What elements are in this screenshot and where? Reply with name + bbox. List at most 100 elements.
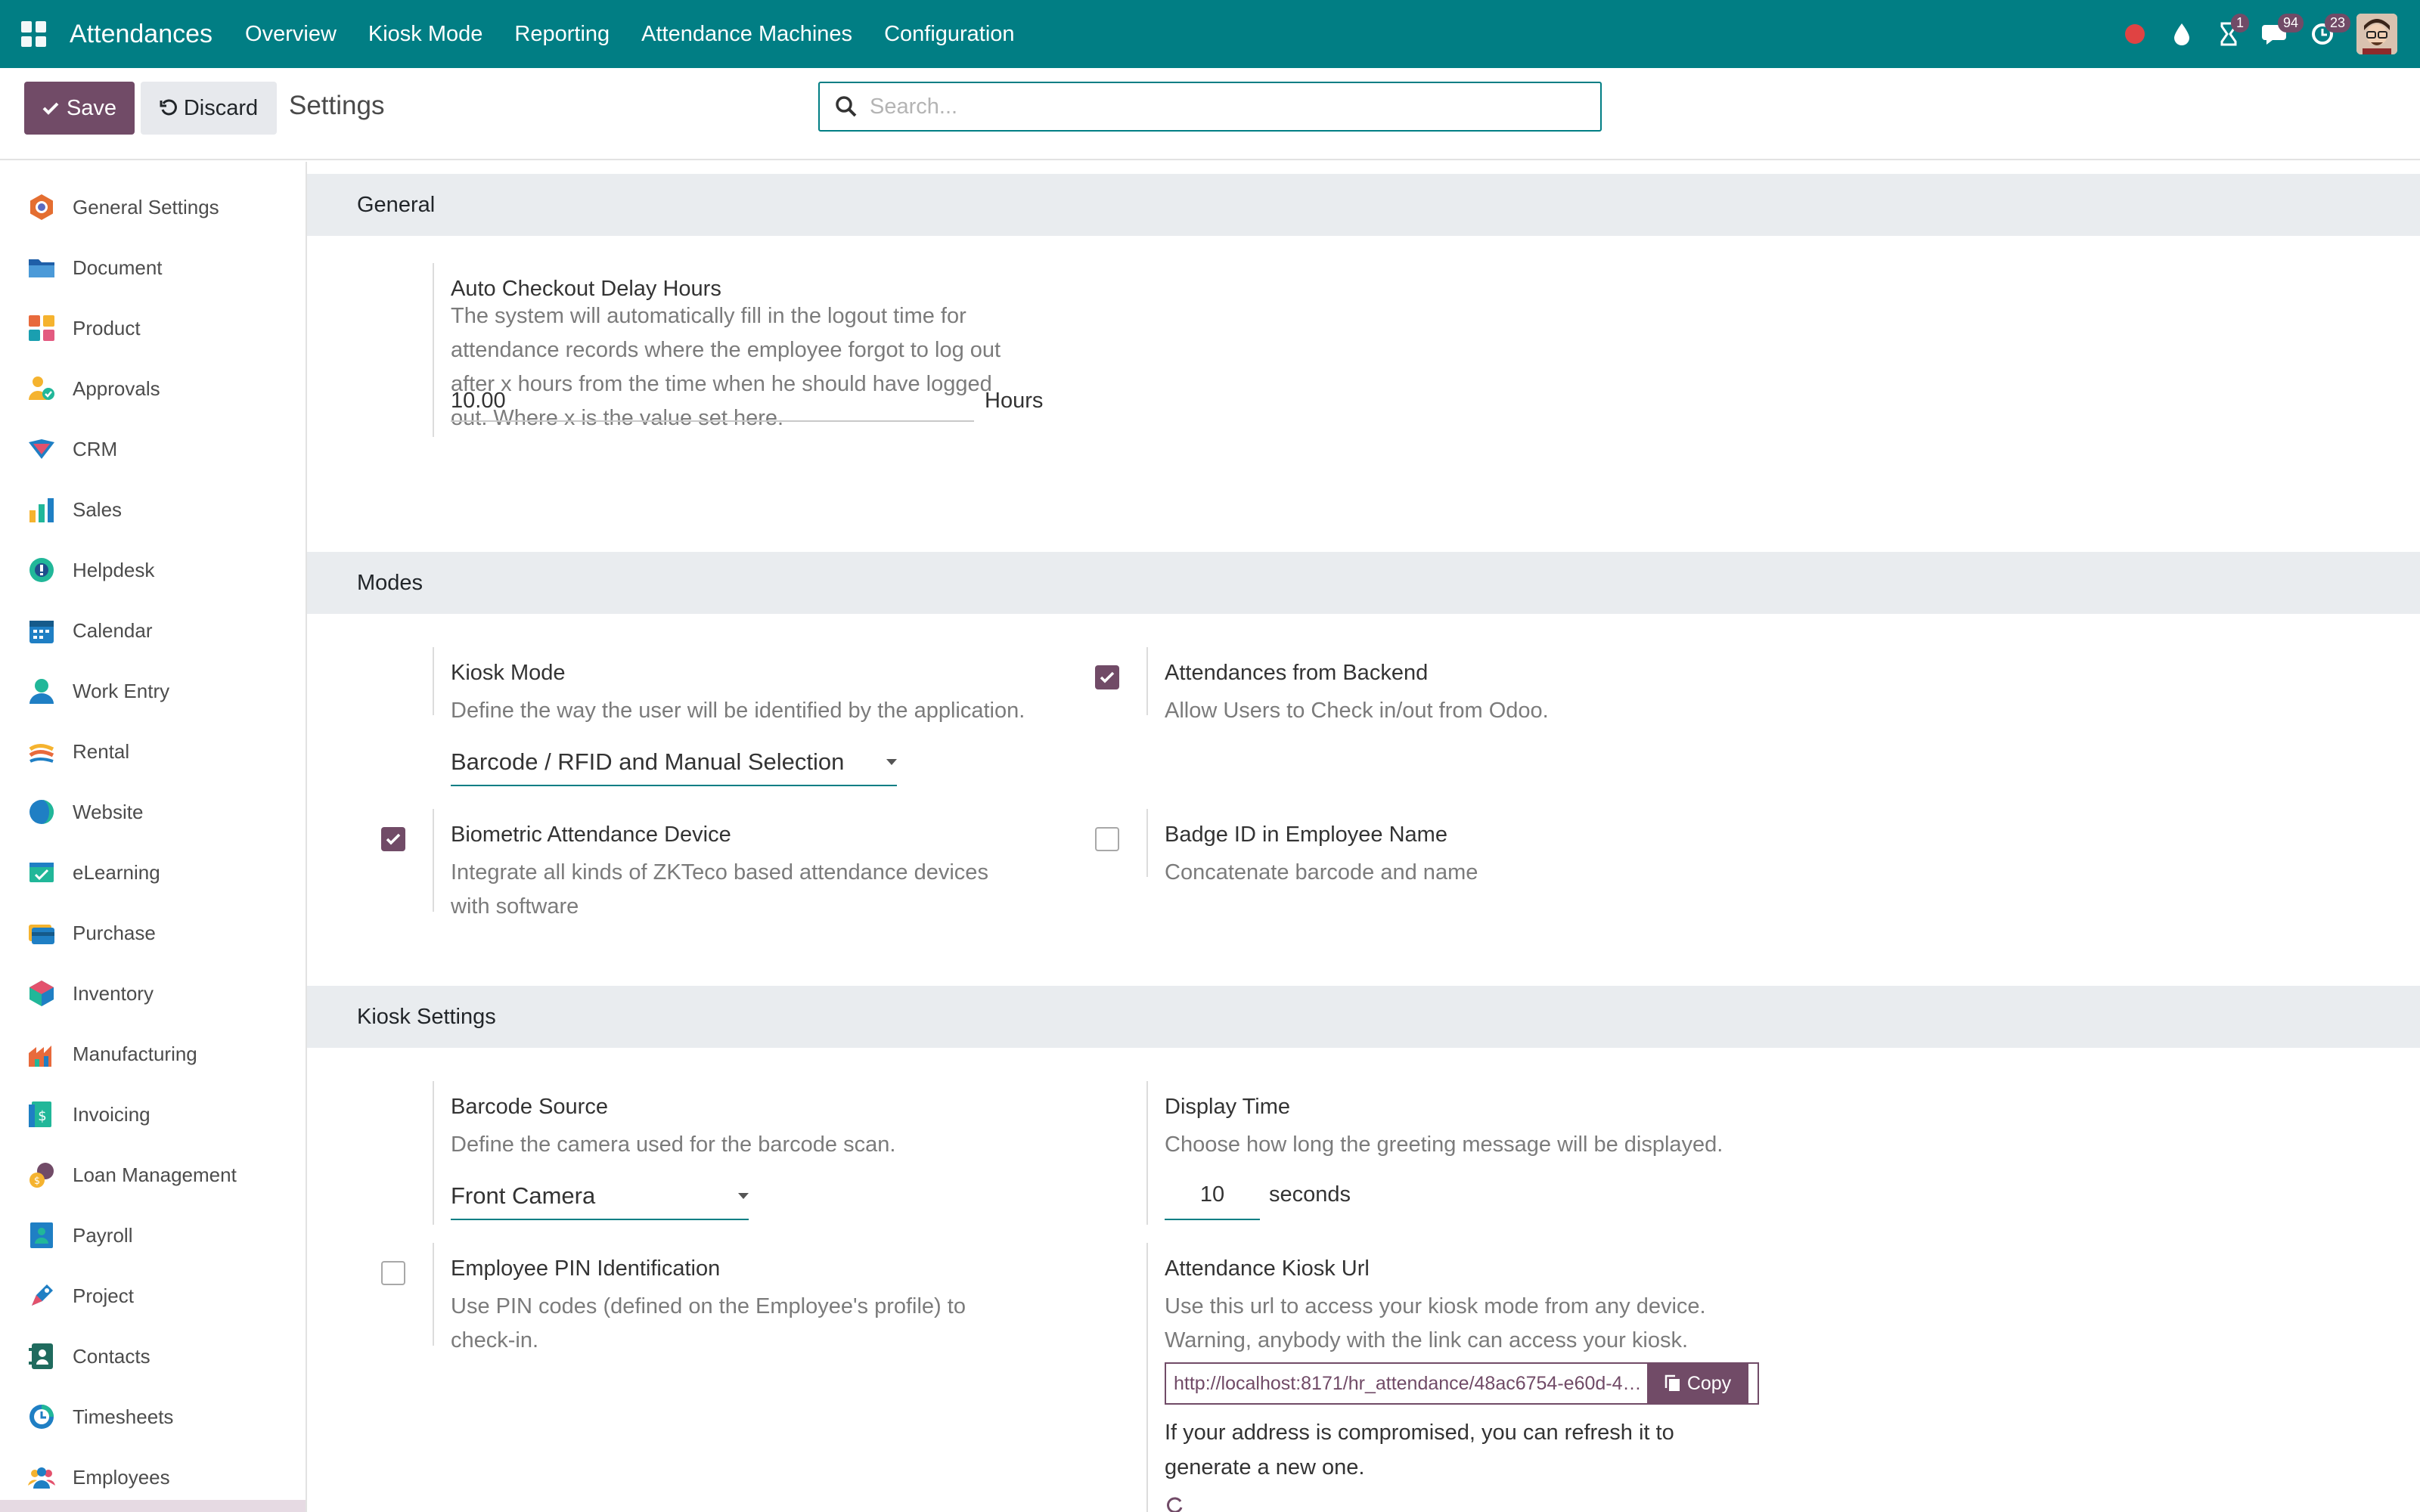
sidebar-item-contacts[interactable]: Contacts [0,1326,306,1387]
sidebar-item-attendances-active[interactable] [0,1500,306,1512]
updates-icon[interactable]: 23 [2299,0,2351,68]
sidebar-item-sales[interactable]: Sales [0,479,306,540]
sidebar-item-rental[interactable]: Rental [0,721,306,782]
sidebar-item-label: Helpdesk [73,558,155,581]
kiosk-url-desc-line: Warning, anybody with the link can acces… [1165,1328,1689,1352]
sidebar-item-helpdesk[interactable]: Helpdesk [0,540,306,600]
backend-checkbox[interactable] [1095,665,1119,689]
setting-auto-checkout: Auto Checkout Delay Hours The system wil… [433,263,1098,437]
general-settings-icon [27,193,56,222]
discard-label: Discard [183,95,259,120]
kiosk-url-note-line: generate a new one. [1165,1455,1365,1479]
sidebar-item-loan-management[interactable]: $ Loan Management [0,1145,306,1205]
updates-badge: 23 [2325,14,2351,33]
setting-display-time: Display Time Choose how long the greetin… [1146,1081,1903,1225]
sidebar-item-elearning[interactable]: eLearning [0,842,306,903]
invoicing-icon: $ [27,1100,56,1129]
inventory-icon [27,979,56,1008]
biometric-checkbox[interactable] [381,827,405,851]
sidebar-item-general-settings[interactable]: General Settings [0,177,306,237]
save-button[interactable]: Save [24,82,135,135]
systray: 1 94 23 [2111,0,2397,68]
sidebar-item-timesheets[interactable]: Timesheets [0,1387,306,1447]
badge-id-checkbox[interactable] [1095,827,1119,851]
sidebar-item-label: Purchase [73,921,156,944]
pin-desc-line: Use PIN codes (defined on the Employee's… [451,1294,966,1318]
record-icon[interactable] [2111,0,2158,68]
activity-badge: 1 [2231,14,2250,33]
user-avatar[interactable] [2356,14,2397,54]
sidebar-item-employees[interactable]: Employees [0,1447,306,1507]
discard-button[interactable]: Discard [141,82,277,135]
sidebar-item-invoicing[interactable]: $ Invoicing [0,1084,306,1145]
display-time-input[interactable]: 10 [1165,1182,1260,1220]
auto-checkout-hours-input[interactable]: 10.00 [451,389,974,422]
sidebar-item-crm[interactable]: CRM [0,419,306,479]
biometric-title: Biometric Attendance Device [451,823,731,847]
control-panel: Save Discard Settings [0,68,2420,160]
purchase-icon [27,919,56,947]
sidebar-item-document[interactable]: Document [0,237,306,298]
search-icon [836,96,857,117]
kiosk-mode-select[interactable]: Barcode / RFID and Manual Selection [451,748,897,786]
kiosk-url-value[interactable]: http://localhost:8171/hr_attendance/48ac… [1166,1373,1647,1395]
menu-reporting[interactable]: Reporting [498,22,625,47]
sidebar-item-label: Document [73,256,163,279]
app-name[interactable]: Attendances [70,20,213,49]
sidebar-item-approvals[interactable]: Approvals [0,358,306,419]
kiosk-url-note-line: If your address is compromised, you can … [1165,1421,1674,1445]
sidebar-item-payroll[interactable]: Payroll [0,1205,306,1266]
settings-main: General Auto Checkout Delay Hours The sy… [307,162,2420,1512]
approvals-icon [27,374,56,403]
seconds-unit-label: seconds [1269,1182,1351,1207]
sidebar-item-inventory[interactable]: Inventory [0,963,306,1024]
apps-menu-icon[interactable] [21,21,47,47]
sidebar-item-calendar[interactable]: Calendar [0,600,306,661]
breadcrumb: Settings [289,91,385,120]
sidebar-item-label: Rental [73,739,130,763]
sidebar-item-label: Sales [73,497,123,521]
search-box[interactable] [818,82,1602,132]
sidebar-item-label: Invoicing [73,1102,150,1126]
copy-button[interactable]: Copy [1647,1362,1748,1405]
pin-checkbox[interactable] [381,1261,405,1285]
loan-icon: $ [27,1160,56,1189]
badge-id-title: Badge ID in Employee Name [1165,823,1447,847]
section-general-title: General [307,174,2420,236]
sidebar-item-label: Calendar [73,618,153,642]
kiosk-mode-title: Kiosk Mode [451,661,566,685]
kiosk-url-field[interactable]: http://localhost:8171/hr_attendance/48ac… [1165,1362,1759,1405]
activity-hourglass-icon[interactable]: 1 [2205,0,2252,68]
sidebar-item-label: Approvals [73,376,160,400]
sidebar-item-manufacturing[interactable]: Manufacturing [0,1024,306,1084]
chevron-down-icon [738,1193,749,1199]
sidebar-item-product[interactable]: Product [0,298,306,358]
sidebar-item-label: Timesheets [73,1405,174,1428]
setting-barcode-source: Barcode Source Define the camera used fo… [433,1081,1098,1225]
undo-icon [160,99,177,116]
droplet-icon[interactable] [2158,0,2205,68]
rental-icon [27,737,56,766]
display-time-desc: Choose how long the greeting message wil… [1165,1132,1723,1157]
sidebar-item-purchase[interactable]: Purchase [0,903,306,963]
sidebar-item-label: Payroll [73,1223,133,1247]
settings-sidebar: General Settings Document Product Approv… [0,162,307,1512]
messages-icon[interactable]: 94 [2252,0,2304,68]
sidebar-item-website[interactable]: Website [0,782,306,842]
sidebar-item-work-entry[interactable]: Work Entry [0,661,306,721]
manufacturing-icon [27,1040,56,1068]
menu-kiosk-mode[interactable]: Kiosk Mode [352,22,499,47]
search-input[interactable] [870,94,1550,119]
check-icon [1100,671,1115,683]
copy-label: Copy [1686,1372,1732,1394]
menu-configuration[interactable]: Configuration [868,22,1031,47]
check-icon [42,102,59,115]
generate-url-link[interactable] [1165,1495,1184,1512]
barcode-source-select[interactable]: Front Camera [451,1182,749,1220]
backend-title: Attendances from Backend [1165,661,1429,685]
menu-attendance-machines[interactable]: Attendance Machines [625,22,868,47]
save-label: Save [66,95,117,120]
sidebar-item-project[interactable]: Project [0,1266,306,1326]
menu-overview[interactable]: Overview [229,22,352,47]
svg-text:$: $ [38,1108,46,1124]
